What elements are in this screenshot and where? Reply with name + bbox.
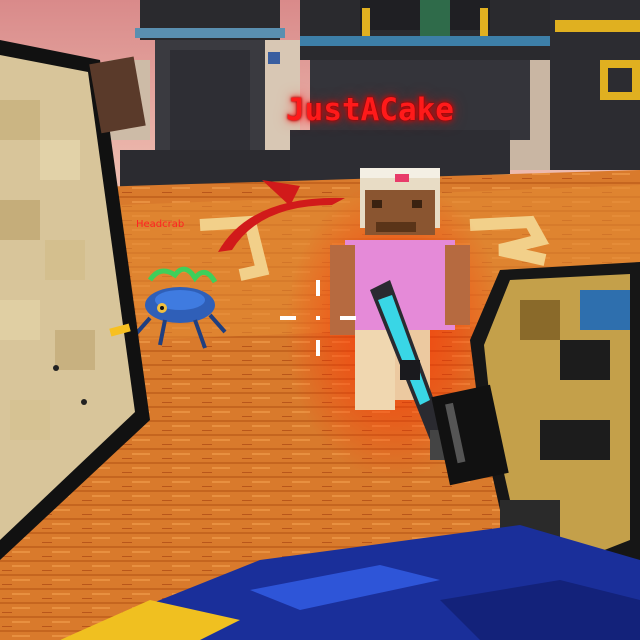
crosshair-icon xyxy=(280,280,356,356)
enemy-name-label: Headcrab xyxy=(136,219,185,230)
target-player-name: JustACake xyxy=(286,92,454,128)
game-viewport[interactable]: JustACake Headcrab xyxy=(0,0,640,640)
